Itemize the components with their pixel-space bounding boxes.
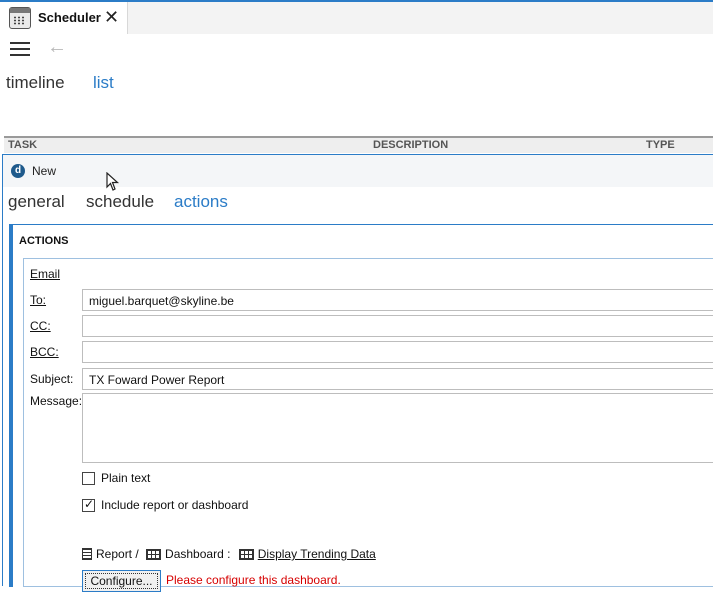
- message-label: Message:: [30, 394, 83, 408]
- app-tab-strip: Scheduler ✕: [0, 0, 713, 34]
- hamburger-menu-icon[interactable]: [10, 42, 30, 56]
- dashboard-item-icon: [238, 549, 254, 560]
- include-report-label: Include report or dashboard: [101, 498, 249, 512]
- cc-field[interactable]: [82, 315, 713, 337]
- column-header-description[interactable]: DESCRIPTION: [373, 139, 448, 151]
- plain-text-checkbox[interactable]: [82, 472, 95, 485]
- bcc-label: BCC:: [30, 345, 59, 359]
- subject-label: Subject:: [30, 372, 74, 386]
- close-icon[interactable]: ✕: [104, 7, 119, 27]
- cc-label: CC:: [30, 319, 51, 333]
- report-icon: [82, 548, 92, 560]
- email-group: Email To: miguel.barquet@skyline.be CC: …: [23, 258, 713, 592]
- calendar-icon: [9, 7, 31, 29]
- tab-title: Scheduler: [38, 10, 101, 25]
- new-task-panel: d New general schedule actions ACTIONS E…: [2, 154, 713, 592]
- mouse-cursor-icon: [106, 172, 120, 191]
- report-dashboard-path: Report / Dashboard : Display Trending Da…: [82, 547, 376, 561]
- tab-actions[interactable]: actions: [174, 192, 228, 212]
- section-title: ACTIONS: [19, 235, 69, 247]
- email-legend: Email: [30, 267, 61, 281]
- actions-section: ACTIONS Email To: miguel.barquet@skyline…: [9, 224, 713, 592]
- back-arrow-icon[interactable]: ←: [47, 36, 67, 59]
- configure-warning: Please configure this dashboard.: [166, 573, 341, 587]
- panel-header: d New: [3, 155, 713, 191]
- tab-scheduler[interactable]: Scheduler ✕: [0, 2, 128, 34]
- view-tab-timeline[interactable]: timeline: [6, 73, 65, 93]
- message-field[interactable]: [82, 393, 713, 463]
- subject-field[interactable]: TX Foward Power Report: [82, 368, 713, 390]
- configure-button[interactable]: Configure...: [82, 570, 161, 592]
- plain-text-label: Plain text: [101, 471, 151, 485]
- view-tab-list[interactable]: list: [93, 73, 114, 93]
- dashboard-name-link[interactable]: Display Trending Data: [258, 547, 376, 561]
- dataminer-logo-icon: d: [11, 164, 25, 178]
- dashboard-label: Dashboard :: [165, 547, 231, 561]
- tab-general[interactable]: general: [8, 192, 65, 212]
- dashboard-icon: [146, 549, 162, 560]
- tab-schedule[interactable]: schedule: [86, 192, 154, 212]
- task-grid-header: TASK DESCRIPTION TYPE: [4, 136, 713, 153]
- report-label: Report /: [96, 547, 139, 561]
- column-header-type[interactable]: TYPE: [646, 139, 675, 151]
- bcc-field[interactable]: [82, 341, 713, 363]
- to-label: To:: [30, 293, 47, 307]
- to-field[interactable]: miguel.barquet@skyline.be: [82, 289, 713, 311]
- panel-title: New: [32, 164, 57, 178]
- include-report-checkbox[interactable]: [82, 497, 95, 512]
- column-header-task[interactable]: TASK: [8, 139, 37, 151]
